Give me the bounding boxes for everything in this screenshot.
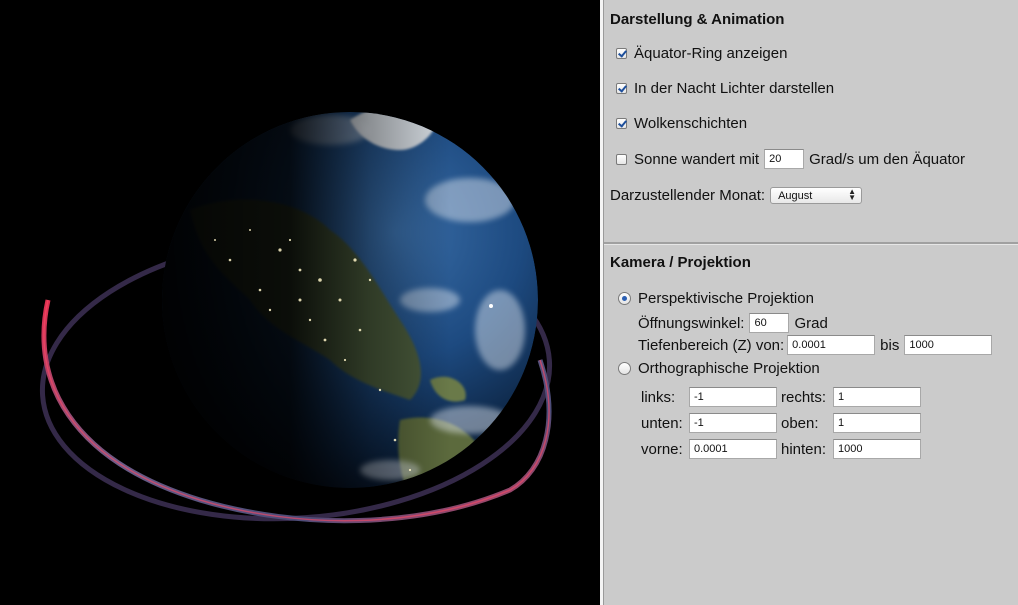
ortho-right-label: rechts: — [781, 388, 827, 406]
camera-section-title: Kamera / Projektion — [610, 254, 751, 271]
night-lights-checkbox[interactable] — [616, 83, 627, 94]
depth-from-input[interactable]: 0.0001 — [787, 335, 876, 355]
depth-label: Tiefenbereich (Z) von: — [638, 336, 785, 354]
orthographic-radio[interactable] — [618, 362, 631, 375]
equator-ring-option[interactable]: Äquator-Ring anzeigen — [616, 45, 787, 62]
animation-section-title: Darstellung & Animation — [610, 11, 785, 28]
section-separator — [604, 242, 1018, 245]
ortho-left-input[interactable]: -1 — [689, 387, 777, 407]
month-select[interactable]: August ▲ ▼ — [770, 187, 863, 204]
night-lights-option[interactable]: In der Nacht Lichter darstellen — [616, 80, 834, 97]
sun-speed-input[interactable]: 20 — [764, 149, 805, 169]
ortho-near-label: vorne: — [641, 440, 683, 458]
webgl-viewport[interactable] — [0, 0, 600, 605]
ortho-top-input[interactable]: 1 — [833, 413, 921, 433]
sun-marker — [489, 304, 493, 308]
ortho-far-label: hinten: — [781, 440, 827, 458]
depth-row: Tiefenbereich (Z) von: 0.0001 bis 1000 — [638, 335, 993, 355]
ortho-bottom-top-row: unten: -1 oben: 1 — [641, 413, 921, 433]
clouds-label: Wolkenschichten — [634, 115, 748, 132]
perspective-option[interactable]: Perspektivische Projektion — [618, 290, 814, 307]
earth-globe — [162, 112, 538, 488]
depth-to-input[interactable]: 1000 — [904, 335, 993, 355]
ortho-left-right-row: links: -1 rechts: 1 — [641, 387, 921, 407]
fov-label: Öffnungswinkel: — [638, 314, 745, 332]
ortho-left-label: links: — [641, 388, 676, 406]
ortho-far-input[interactable]: 1000 — [833, 439, 921, 459]
orthographic-option[interactable]: Orthographische Projektion — [618, 360, 820, 377]
ortho-near-far-row: vorne: 0.0001 hinten: 1000 — [641, 439, 921, 459]
equator-ring-label: Äquator-Ring anzeigen — [634, 45, 788, 62]
clouds-checkbox[interactable] — [616, 118, 627, 129]
fov-unit: Grad — [794, 314, 828, 332]
depth-to-label: bis — [880, 336, 900, 354]
month-select-value: August — [778, 190, 813, 202]
sun-moves-label-suffix: Grad/s um den Äquator — [809, 150, 965, 168]
month-row: Darzustellender Monat: August ▲ ▼ — [610, 187, 863, 204]
ortho-right-input[interactable]: 1 — [833, 387, 921, 407]
equator-ring-checkbox[interactable] — [616, 48, 627, 59]
clouds-option[interactable]: Wolkenschichten — [616, 115, 747, 132]
ortho-near-input[interactable]: 0.0001 — [689, 439, 777, 459]
ortho-bottom-label: unten: — [641, 414, 683, 432]
ortho-bottom-input[interactable]: -1 — [689, 413, 777, 433]
sun-moves-option[interactable]: Sonne wandert mit 20 Grad/s um den Äquat… — [616, 149, 965, 169]
select-arrows-icon: ▲ ▼ — [848, 187, 857, 202]
sun-moves-label-prefix: Sonne wandert mit — [634, 150, 760, 168]
month-label: Darzustellender Monat: — [610, 187, 766, 204]
night-lights-label: In der Nacht Lichter darstellen — [634, 80, 835, 97]
ortho-top-label: oben: — [781, 414, 819, 432]
sun-moves-checkbox[interactable] — [616, 153, 627, 165]
perspective-label: Perspektivische Projektion — [638, 290, 814, 307]
perspective-radio[interactable] — [618, 292, 631, 305]
settings-panel: Darstellung & Animation Äquator-Ring anz… — [603, 0, 1018, 605]
earth-scene — [39, 112, 553, 524]
fov-input[interactable]: 60 — [749, 313, 790, 333]
fov-row: Öffnungswinkel: 60 Grad — [638, 313, 828, 333]
orthographic-label: Orthographische Projektion — [638, 360, 820, 377]
